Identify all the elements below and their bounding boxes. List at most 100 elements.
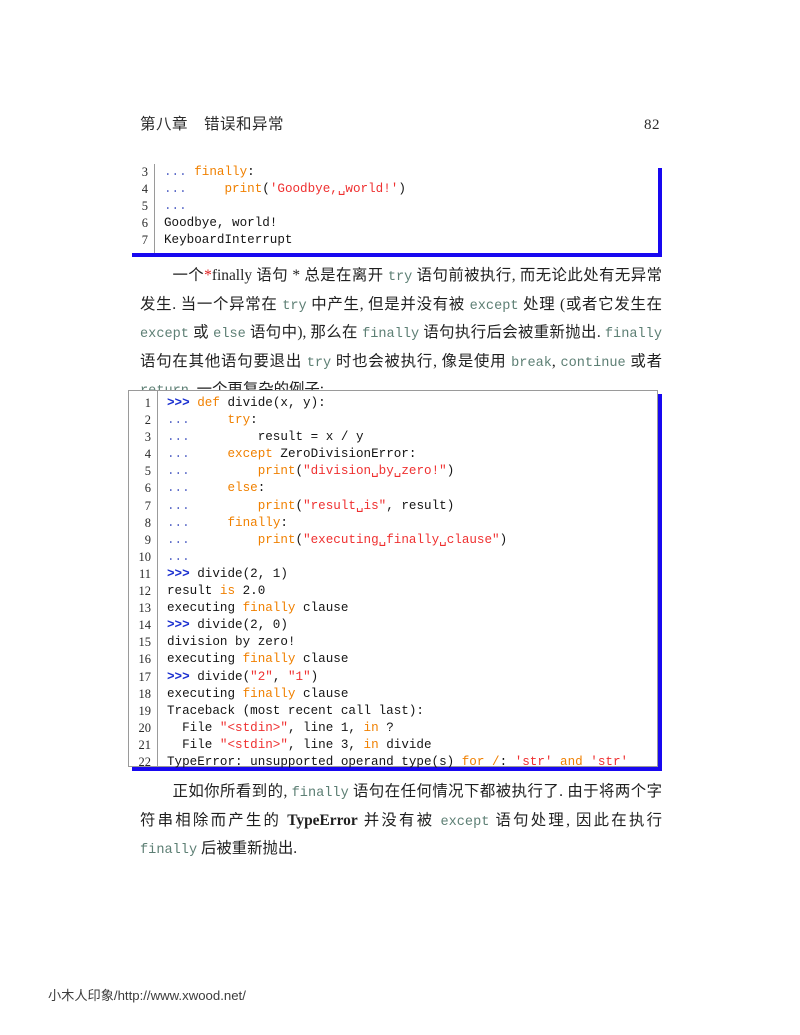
code-line: ... try: — [167, 412, 657, 429]
line-number: 14 — [138, 618, 152, 633]
line-number: 6 — [141, 216, 148, 231]
line-number: 21 — [138, 737, 152, 752]
code-token: >>> — [167, 669, 198, 684]
line-number: 17 — [138, 669, 152, 684]
text-run: 时也会被执行, 像是使用 — [331, 352, 512, 370]
code-line: TypeError: unsupported operand type(s) f… — [167, 754, 657, 771]
inline-code: try — [282, 298, 307, 314]
code-line: ... except ZeroDivisionError: — [167, 446, 657, 463]
code-token: divide(2, 1) — [197, 566, 288, 581]
code-token: except — [227, 447, 273, 462]
code-line: ... print("result␣is", result) — [167, 498, 657, 515]
code-token: executing — [167, 652, 243, 667]
code-token: result = x / y — [197, 430, 364, 445]
text-run: 并没有被 — [357, 811, 441, 829]
code-token: finally — [227, 515, 281, 530]
code-line: ... result = x / y — [167, 429, 657, 446]
code-token: ... — [167, 447, 198, 462]
code-token: try — [227, 413, 251, 428]
code-token: ( — [262, 182, 270, 197]
chapter-title: 第八章 错误和异常 — [140, 116, 285, 133]
code-line: ... finally: — [164, 164, 658, 181]
text-run: 语句处理, 因此在执行 — [489, 811, 662, 829]
running-header: 第八章 错误和异常 82 — [140, 112, 660, 134]
code-token: print — [257, 532, 296, 547]
inline-code: except — [469, 298, 519, 314]
code-line: ... finally: — [167, 515, 657, 532]
line-number: 10 — [138, 549, 152, 564]
line-number: 15 — [138, 635, 152, 650]
code-token: : — [247, 165, 255, 179]
paragraph-conclusion: 正如你所看到的, finally 语句在任何情况下都被执行了. 由于将两个字符串… — [140, 779, 662, 865]
line-number: 11 — [138, 566, 151, 581]
code-line: ... — [164, 198, 658, 215]
code-token: clause — [295, 686, 349, 701]
code-token: ... — [164, 165, 195, 179]
code-token: Traceback (most recent call last): — [167, 703, 424, 718]
code-token: >>> — [167, 618, 198, 633]
line-number: 7 — [144, 498, 151, 513]
line-number: 5 — [141, 199, 148, 214]
inline-code: else — [213, 327, 246, 342]
code-token: division by zero! — [167, 635, 296, 650]
code-token: clause — [295, 652, 349, 667]
line-number: 12 — [138, 584, 152, 599]
code-token: executing — [167, 686, 243, 701]
code-line: executing finally clause — [167, 651, 657, 668]
text-run: * — [204, 267, 212, 284]
code-token: ZeroDivisionError: — [272, 447, 417, 462]
text-run: 或 — [188, 324, 214, 341]
code-token: finally — [242, 686, 296, 701]
code-token: 'str' — [590, 754, 629, 769]
code-token: finally — [242, 601, 296, 616]
code-line: >>> divide(2, 1) — [167, 566, 657, 583]
code-token: , — [272, 669, 288, 684]
code-token: ( — [295, 498, 304, 513]
code-token: , line 1, — [287, 720, 364, 735]
code-token: print — [257, 464, 296, 479]
text-run: 后被重新抛出. — [197, 840, 298, 857]
code-token: >>> — [167, 566, 198, 581]
code-line: division by zero! — [167, 634, 657, 651]
code-line: executing finally clause — [167, 686, 657, 703]
inline-code: finally — [140, 843, 198, 858]
code-token: finally — [242, 652, 296, 667]
line-number: 9 — [144, 532, 151, 547]
code-token: "result␣is" — [303, 498, 387, 513]
text-run: 正如你所看到的, — [172, 783, 292, 800]
code-token: , line 3, — [287, 737, 364, 752]
code-token: : — [257, 481, 266, 496]
code-lines: ... finally:... print('Goodbye,␣world!')… — [155, 164, 658, 253]
code-token: in — [363, 720, 379, 735]
code-token: ... — [167, 515, 198, 530]
code-token: 'str' — [514, 754, 553, 769]
line-number: 1 — [144, 396, 151, 410]
text-run: 处理 (或者它发生在 — [518, 295, 662, 313]
code-token: clause — [295, 601, 349, 616]
line-number: 22 — [138, 754, 152, 769]
line-number-gutter: 1 2 3 4 5 6 7 8 9 10 11 12 13 14 15 16 17 18 19 20 21 22 — [129, 391, 158, 769]
code-token: ) — [398, 182, 406, 197]
code-line: ... print("division␣by␣zero!") — [167, 463, 657, 480]
code-token: ... — [167, 481, 198, 496]
code-token: result — [167, 584, 220, 599]
text-run: 语句中), 那么在 — [245, 324, 363, 341]
code-token: "2" — [250, 669, 273, 684]
inline-code: finally — [291, 786, 349, 801]
inline-code: finally — [604, 327, 662, 342]
text-run: 中产生, 但是并没有被 — [306, 295, 470, 313]
code-line: result is 2.0 — [167, 583, 657, 600]
code-token: ? — [378, 720, 394, 735]
code-token: ( — [295, 532, 304, 547]
line-number: 6 — [144, 481, 151, 496]
inline-code: finally — [362, 327, 420, 342]
code-token: 'Goodbye,␣world!' — [269, 182, 399, 197]
code-token: "1" — [287, 669, 311, 684]
